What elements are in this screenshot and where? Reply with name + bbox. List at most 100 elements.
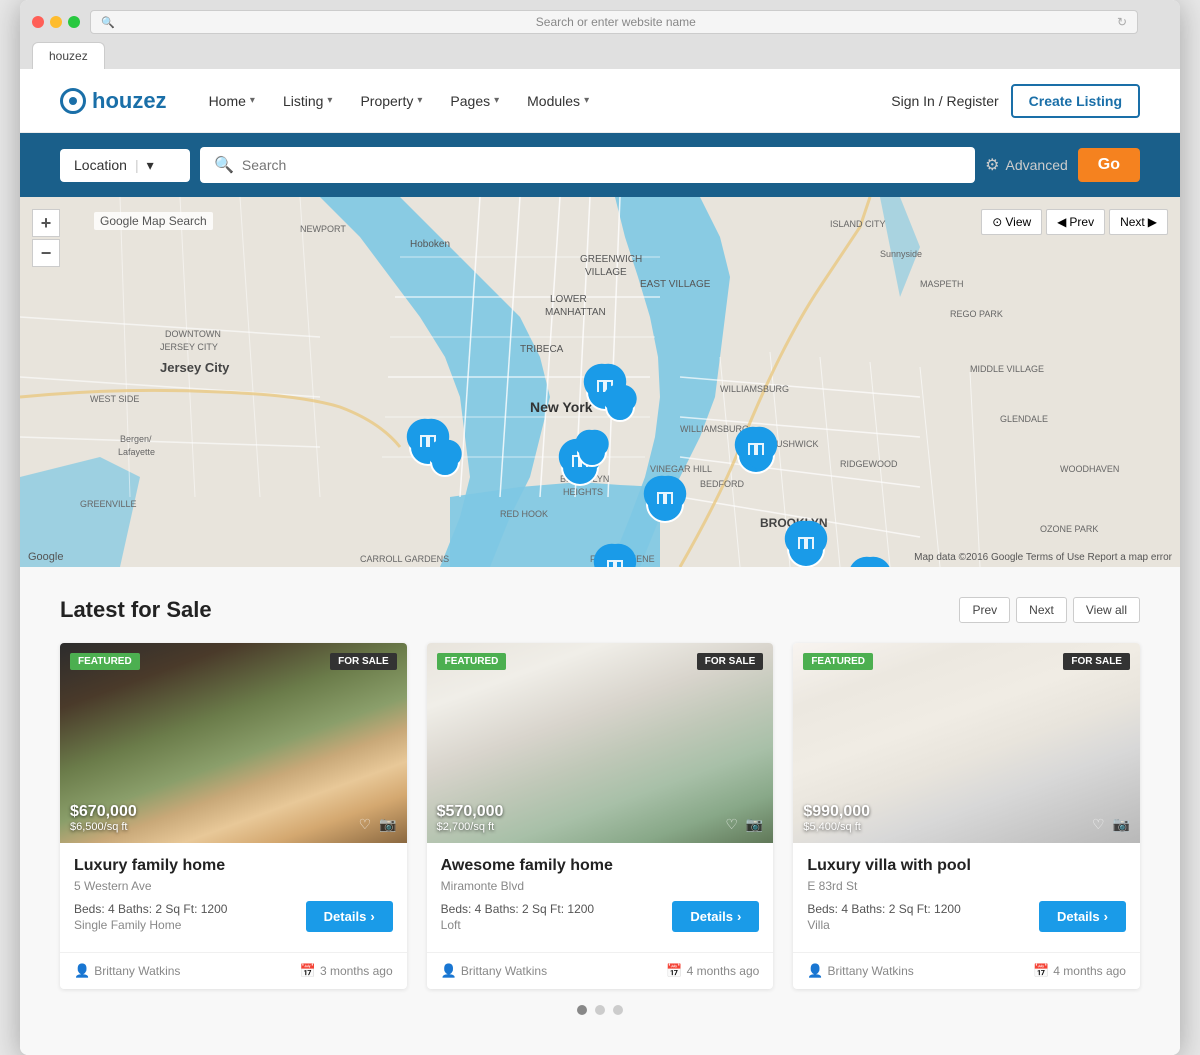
card-price: $990,000 $5,400/sq ft <box>803 803 870 833</box>
nav-home[interactable]: Home ▾ <box>197 85 267 117</box>
svg-text:REGO PARK: REGO PARK <box>950 309 1003 319</box>
map-controls: + − <box>32 209 60 267</box>
map-search-label: Google Map Search <box>94 212 213 230</box>
card-time: 📅 4 months ago <box>1033 963 1126 979</box>
svg-text:OZONE PARK: OZONE PARK <box>1040 524 1098 534</box>
svg-text:JERSEY CITY: JERSEY CITY <box>160 342 218 352</box>
map-prev-button[interactable]: ◀ Prev <box>1046 209 1105 235</box>
svg-text:WEST SIDE: WEST SIDE <box>90 394 139 404</box>
search-input[interactable] <box>242 157 961 173</box>
svg-text:MASPETH: MASPETH <box>920 279 964 289</box>
badge-featured: FEATURED <box>803 653 873 670</box>
card-body: Luxury family home 5 Western Ave Beds: 4… <box>60 843 407 952</box>
svg-text:Bergen/: Bergen/ <box>120 434 152 444</box>
location-select[interactable]: Location | ▾ <box>60 149 190 182</box>
svg-text:VILLAGE: VILLAGE <box>585 267 627 278</box>
chevron-down-icon: ▾ <box>250 95 255 106</box>
section-title: Latest for Sale <box>60 597 212 623</box>
favorite-icon[interactable]: ♡ <box>359 816 372 833</box>
location-separator: | <box>135 157 139 173</box>
details-button[interactable]: Details › <box>672 901 759 932</box>
svg-text:ISLAND CITY: ISLAND CITY <box>830 219 886 229</box>
url-text: Search or enter website name <box>115 15 1117 29</box>
chevron-left-icon: ◀ <box>1057 215 1066 229</box>
listings-section: Latest for Sale Prev Next View all FEATU… <box>20 567 1180 1055</box>
map-next-button[interactable]: Next ▶ <box>1109 209 1168 235</box>
card-address: E 83rd St <box>807 879 1126 893</box>
badge-sale: FOR SALE <box>330 653 397 670</box>
arrow-right-icon: › <box>737 909 741 924</box>
pagination-dot-3[interactable] <box>613 1005 623 1015</box>
svg-text:BEDFORD: BEDFORD <box>700 479 745 489</box>
chevron-down-icon: ▾ <box>327 95 332 106</box>
svg-text:BUSHWICK: BUSHWICK <box>770 439 819 449</box>
favorite-icon[interactable]: ♡ <box>1092 816 1105 833</box>
details-button[interactable]: Details › <box>306 901 393 932</box>
nav-listing[interactable]: Listing ▾ <box>271 85 345 117</box>
camera-icon[interactable]: 📷 <box>746 816 763 833</box>
svg-text:LOWER: LOWER <box>550 294 587 305</box>
svg-text:NEWPORT: NEWPORT <box>300 224 346 234</box>
search-input-wrap: 🔍 <box>200 147 975 183</box>
nav-modules[interactable]: Modules ▾ <box>515 85 601 117</box>
listing-card: FEATURED FOR SALE $570,000 $2,700/sq ft … <box>427 643 774 989</box>
card-specs: Beds: 4 Baths: 2 Sq Ft: 1200 <box>807 902 960 916</box>
go-button[interactable]: Go <box>1078 148 1140 182</box>
svg-text:GREENVILLE: GREENVILLE <box>80 499 137 509</box>
person-icon: 👤 <box>441 963 457 979</box>
zoom-in-button[interactable]: + <box>32 209 60 237</box>
svg-text:GREENWICH: GREENWICH <box>580 254 642 265</box>
section-nav: Prev Next View all <box>959 597 1140 623</box>
card-agent: 👤 Brittany Watkins <box>807 963 913 979</box>
reload-icon[interactable]: ↻ <box>1117 15 1127 29</box>
calendar-icon: 📅 <box>300 963 316 979</box>
map-container[interactable]: Jersey City New York BROOKLYN Hoboken GR… <box>20 197 1180 567</box>
svg-text:Sunnyside: Sunnyside <box>880 249 922 259</box>
svg-text:RIDGEWOOD: RIDGEWOOD <box>840 459 898 469</box>
svg-text:EAST VILLAGE: EAST VILLAGE <box>640 279 711 290</box>
card-time: 📅 4 months ago <box>666 963 759 979</box>
card-footer: 👤 Brittany Watkins 📅 4 months ago <box>793 952 1140 989</box>
svg-text:WOODHAVEN: WOODHAVEN <box>1060 464 1119 474</box>
listings-next-button[interactable]: Next <box>1016 597 1067 623</box>
create-listing-button[interactable]: Create Listing <box>1011 84 1140 118</box>
chevron-down-icon: ▾ <box>494 95 499 106</box>
listings-prev-button[interactable]: Prev <box>959 597 1010 623</box>
advanced-button[interactable]: ⚙ Advanced <box>985 155 1068 175</box>
gear-icon: ⚙ <box>985 155 999 175</box>
badge-sale: FOR SALE <box>697 653 764 670</box>
badge-featured: FEATURED <box>437 653 507 670</box>
pagination-dot-1[interactable] <box>577 1005 587 1015</box>
nav-pages[interactable]: Pages ▾ <box>438 85 511 117</box>
arrow-right-icon: › <box>1104 909 1108 924</box>
listings-viewall-button[interactable]: View all <box>1073 597 1140 623</box>
card-footer: 👤 Brittany Watkins 📅 4 months ago <box>427 952 774 989</box>
camera-icon[interactable]: 📷 <box>1113 816 1130 833</box>
location-label: Location <box>74 157 127 173</box>
url-bar[interactable]: 🔍 Search or enter website name ↻ <box>90 10 1138 34</box>
svg-text:CARROLL GARDENS: CARROLL GARDENS <box>360 554 449 564</box>
pagination-dot-2[interactable] <box>595 1005 605 1015</box>
card-type: Loft <box>441 918 594 932</box>
search-bar: Location | ▾ 🔍 ⚙ Advanced Go <box>20 133 1180 197</box>
logo-text: houzez <box>92 88 167 114</box>
map-view-button[interactable]: ⊙ View <box>981 209 1042 235</box>
camera-icon[interactable]: 📷 <box>379 816 396 833</box>
chevron-right-icon: ▶ <box>1148 215 1157 229</box>
svg-text:GLENDALE: GLENDALE <box>1000 414 1048 424</box>
listing-card: FEATURED FOR SALE $990,000 $5,400/sq ft … <box>793 643 1140 989</box>
logo[interactable]: houzez <box>60 88 167 114</box>
person-icon: 👤 <box>74 963 90 979</box>
card-footer: 👤 Brittany Watkins 📅 3 months ago <box>60 952 407 989</box>
details-button[interactable]: Details › <box>1039 901 1126 932</box>
zoom-out-button[interactable]: − <box>32 239 60 267</box>
dot-green <box>68 16 80 28</box>
browser-tab[interactable]: houzez <box>32 42 105 69</box>
map-attribution2: Map data ©2016 Google Terms of Use Repor… <box>914 552 1172 563</box>
sign-in-link[interactable]: Sign In / Register <box>891 93 998 109</box>
favorite-icon[interactable]: ♡ <box>725 816 738 833</box>
nav-property[interactable]: Property ▾ <box>348 85 434 117</box>
card-specs: Beds: 4 Baths: 2 Sq Ft: 1200 <box>74 902 227 916</box>
pagination <box>60 989 1140 1025</box>
svg-text:WILLIAMSBURG: WILLIAMSBURG <box>680 424 749 434</box>
